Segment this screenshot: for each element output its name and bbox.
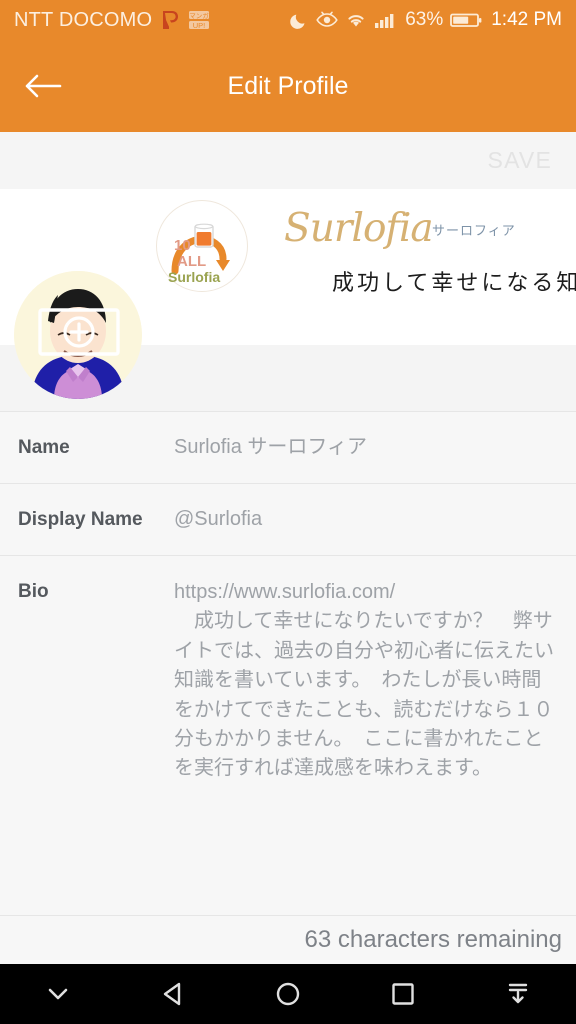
paypay-icon [158,8,182,32]
clock-label: 1:42 PM [491,9,562,30]
svg-text:UP!: UP! [193,21,206,30]
character-counter: 63 characters remaining [304,926,562,953]
collapse-nav-icon [508,983,527,1004]
badge-line3: Surlofia [168,269,221,285]
character-counter-bar: 63 characters remaining [0,915,576,964]
glass-icon [194,223,214,248]
status-bar: NTT DOCOMO マンガ UP! 63% 1:42 PM [0,0,576,40]
hide-keyboard-button[interactable] [0,964,115,1024]
surlofia-badge-logo: 10 ALL Surlofia [156,200,248,292]
form-row-display-name[interactable]: Display Name @Surlofia [0,483,576,555]
save-bar: SAVE [0,132,576,189]
chevron-down-icon [48,988,67,1000]
manga-up-icon: マンガ UP! [188,9,210,31]
app-bar: Edit Profile [0,40,576,132]
badge-line1: 10 [174,237,191,254]
name-input[interactable]: Surlofia サーロフィア [174,434,558,461]
field-label-name: Name [18,437,70,458]
display-name-input[interactable]: @Surlofia [174,506,558,533]
moon-icon [289,10,309,30]
battery-icon [450,10,482,30]
battery-percent-label: 63% [405,9,444,30]
field-label-display-name: Display Name [18,509,143,530]
camera-photo-icon[interactable] [38,304,120,360]
back-triangle-icon [163,982,180,1006]
surlofia-wordmark: Surlofia [284,206,434,251]
android-nav-bar [0,964,576,1024]
recents-square-icon [391,983,414,1005]
surlofia-katakana-label: サーロフィア [432,223,516,238]
nav-recents-button[interactable] [345,964,460,1024]
wifi-icon [345,10,367,30]
page-title: Edit Profile [227,71,349,100]
back-button[interactable] [0,40,86,132]
svg-text:マンガ: マンガ [190,11,210,20]
home-circle-icon [276,982,299,1006]
nav-back-button[interactable] [115,964,230,1024]
carrier-label: NTT DOCOMO [14,8,153,31]
eye-comfort-icon [316,10,338,30]
save-button[interactable]: SAVE [488,147,552,174]
signal-icon [374,10,398,30]
collapse-nav-button[interactable] [460,964,575,1024]
arrow-left-icon [25,74,62,98]
badge-line2: ALL [177,253,207,270]
nav-home-button[interactable] [230,964,345,1024]
banner-tagline: 成功して幸せになる知識 [332,271,576,296]
bio-input[interactable]: https://www.surlofia.com/ 成功して幸せになりたいですか… [174,578,558,784]
form-row-name[interactable]: Name Surlofia サーロフィア [0,411,576,483]
